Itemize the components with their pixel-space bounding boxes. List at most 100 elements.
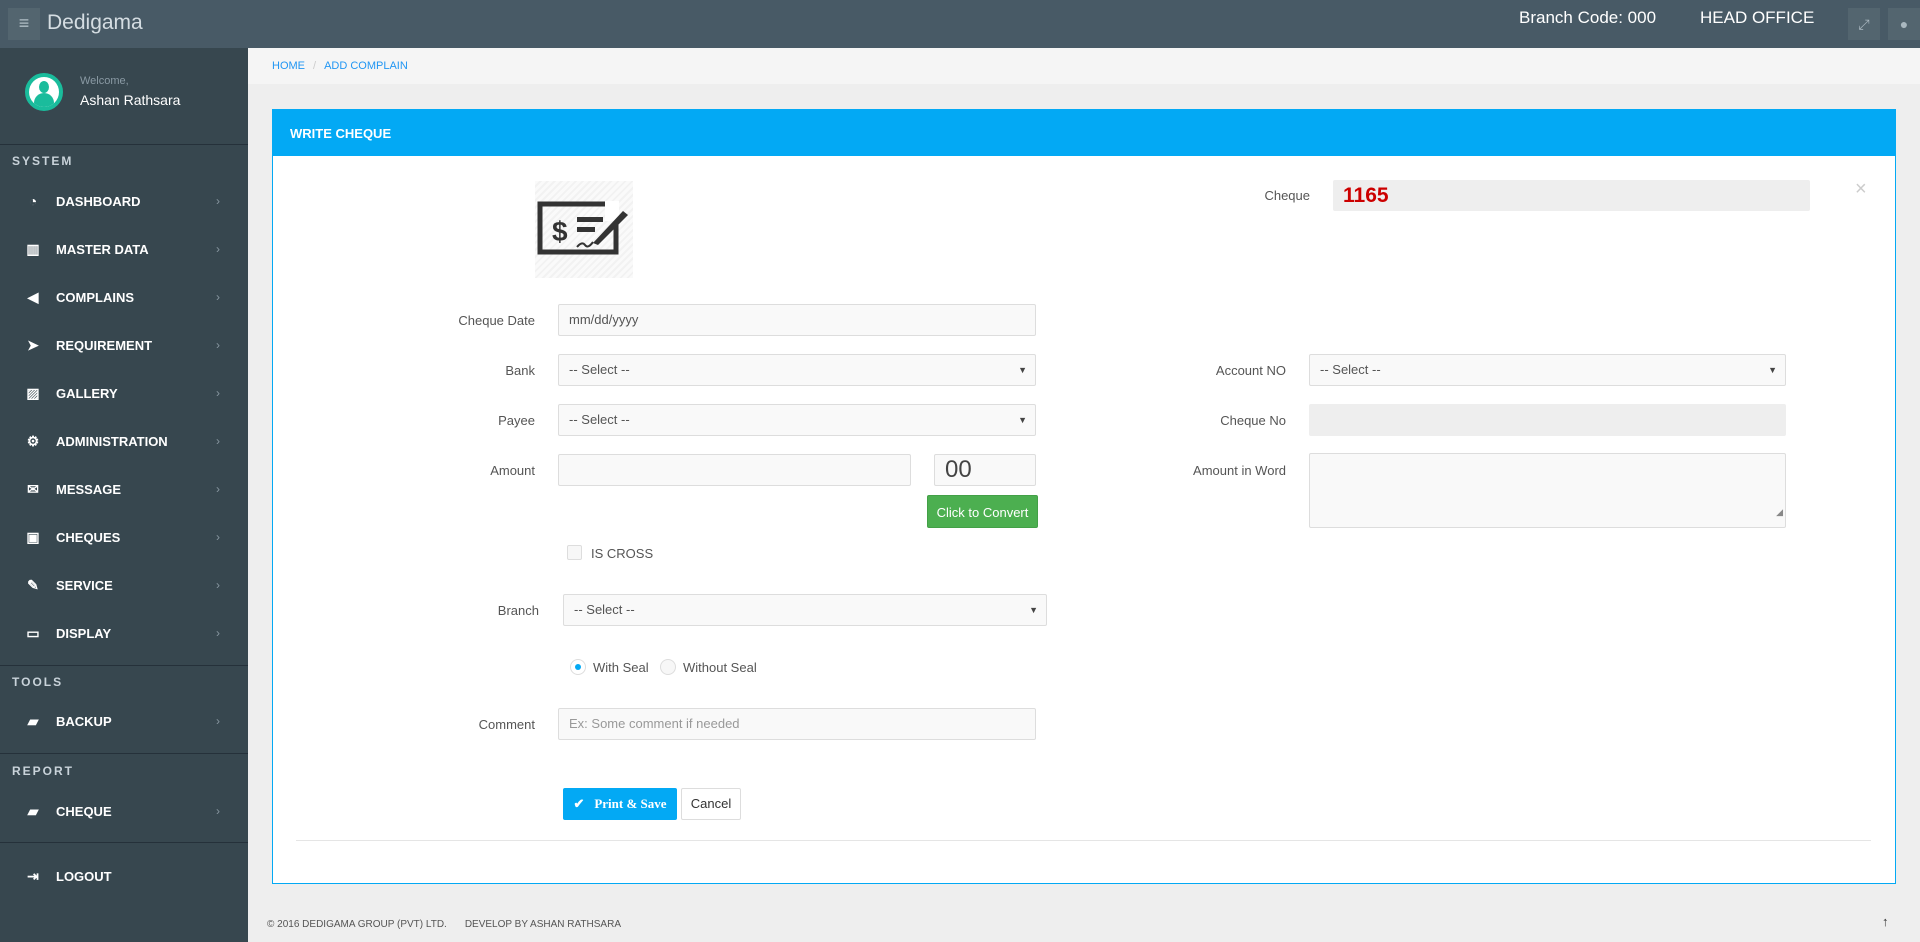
cogs-icon: ⚙ [26,432,40,449]
payee-select-value: -- Select -- [569,412,630,427]
sidebar-item-requirement[interactable]: ➤ REQUIREMENT › [0,325,248,365]
comment-input[interactable]: Ex: Some comment if needed [558,708,1036,740]
account-select-value: -- Select -- [1320,362,1381,377]
footer-copyright: © 2016 DEDIGAMA GROUP (PVT) LTD. [267,919,447,930]
cancel-button[interactable]: Cancel [681,788,741,820]
card-title: WRITE CHEQUE [273,110,1895,156]
is-cross-checkbox[interactable] [567,545,582,560]
divider [0,665,248,666]
sidebar-item-cheques[interactable]: ▣ CHEQUES › [0,517,248,557]
print-save-label: Print & Save [594,796,667,811]
amount-in-word-textarea[interactable]: ◢ [1309,453,1786,528]
caret-down-icon: ▼ [1768,365,1777,375]
cheque-no-label: Cheque No [1220,413,1286,428]
sidebar-item-logout[interactable]: ⇥ LOGOUT [0,856,248,896]
envelope-icon: ✉ [27,480,39,497]
divider [0,144,248,145]
top-navbar: ≡ Dedigama Branch Code: 000 HEAD OFFICE … [0,0,1920,48]
chevron-right-icon: › [216,434,220,448]
sidebar: Welcome, Ashan Rathsara SYSTEM ◔ DASHBOAR… [0,48,248,942]
menu-toggle-icon[interactable]: ≡ [8,8,40,40]
bank-select-value: -- Select -- [569,362,630,377]
divider [296,840,1871,841]
cents-input[interactable]: 00 [934,454,1036,486]
bullhorn-icon: ◀ [27,288,39,305]
book-icon: ▰ [27,712,39,729]
sidebar-item-label: ADMINISTRATION [56,433,168,449]
money-icon: ▣ [26,528,40,545]
branch-select[interactable]: -- Select -- ▼ [563,594,1047,626]
user-name: Ashan Rathsara [80,92,181,108]
sidebar-item-label: COMPLAINS [56,289,134,305]
close-icon[interactable]: × [1855,178,1867,201]
print-save-button[interactable]: ✔ Print & Save [563,788,677,820]
breadcrumb-bar [248,48,1920,84]
cheque-date-input[interactable]: mm/dd/yyyy [558,304,1036,336]
chevron-right-icon: › [216,242,220,256]
caret-down-icon: ▼ [1018,365,1027,375]
sidebar-item-master-data[interactable]: ▥ MASTER DATA › [0,229,248,269]
book-icon: ▰ [27,802,39,819]
sidebar-item-label: CHEQUE [56,803,112,819]
sidebar-item-label: BACKUP [56,713,112,729]
cheque-number-display: 1165 [1333,180,1810,211]
bank-label: Bank [505,363,535,378]
sidebar-item-backup[interactable]: ▰ BACKUP › [0,701,248,741]
app-brand[interactable]: Dedigama [47,11,143,35]
with-seal-radio[interactable] [570,659,586,675]
amount-label: Amount [490,463,535,478]
sidebar-item-dashboard[interactable]: ◔ DASHBOARD › [0,181,248,221]
sidebar-item-label: LOGOUT [56,868,112,884]
columns-icon: ▥ [26,240,40,257]
comment-label: Comment [478,717,535,732]
breadcrumb-current[interactable]: ADD COMPLAIN [324,60,408,72]
sidebar-item-complains[interactable]: ◀ COMPLAINS › [0,277,248,317]
breadcrumb: HOME / ADD COMPLAIN [272,60,408,72]
amount-in-word-label: Amount in Word [1193,463,1286,478]
is-cross-label: IS CROSS [591,546,654,561]
sidebar-item-label: MESSAGE [56,481,122,497]
divider [0,753,248,754]
cheque-no-input [1309,404,1786,436]
sidebar-item-gallery[interactable]: ▨ GALLERY › [0,373,248,413]
sign-out-icon: ⇥ [27,867,39,884]
sidebar-item-label: DASHBOARD [56,193,141,209]
convert-button[interactable]: Click to Convert [927,495,1038,528]
chevron-right-icon: › [216,804,220,818]
section-tools: TOOLS [12,675,64,689]
without-seal-label: Without Seal [683,660,757,675]
avatar [25,73,63,111]
chevron-right-icon: › [216,626,220,640]
user-icon[interactable]: ● [1888,8,1920,40]
sidebar-item-cheque-report[interactable]: ▰ CHEQUE › [0,791,248,831]
sidebar-item-administration[interactable]: ⚙ ADMINISTRATION › [0,421,248,461]
sidebar-item-label: GALLERY [56,385,118,401]
sidebar-item-label: DISPLAY [56,625,112,641]
bank-select[interactable]: -- Select -- ▼ [558,354,1036,386]
chevron-right-icon: › [216,714,220,728]
sidebar-item-display[interactable]: ▭ DISPLAY › [0,613,248,653]
resize-handle-icon[interactable]: ◢ [1776,497,1783,527]
sidebar-item-label: CHEQUES [56,529,121,545]
sidebar-item-label: SERVICE [56,577,113,593]
chevron-right-icon: › [216,386,220,400]
chevron-right-icon: › [216,338,220,352]
chevron-right-icon: › [216,482,220,496]
cheque-icon: $ [535,181,633,278]
account-no-select[interactable]: -- Select -- ▼ [1309,354,1786,386]
breadcrumb-home[interactable]: HOME [272,60,305,72]
without-seal-radio[interactable] [660,659,676,675]
cheque-date-label: Cheque Date [458,313,535,328]
sidebar-item-service[interactable]: ✎ SERVICE › [0,565,248,605]
amount-input[interactable] [558,454,911,486]
dashboard-icon: ◔ [28,193,38,209]
sidebar-item-message[interactable]: ✉ MESSAGE › [0,469,248,509]
fullscreen-icon[interactable]: ⤢ [1848,8,1880,40]
scroll-top-icon[interactable]: ↑ [1882,914,1889,929]
chevron-right-icon: › [216,578,220,592]
divider [0,842,248,843]
cheque-label: Cheque [1264,188,1310,203]
with-seal-label: With Seal [593,660,649,675]
caret-down-icon: ▼ [1018,415,1027,425]
payee-select[interactable]: -- Select -- ▼ [558,404,1036,436]
